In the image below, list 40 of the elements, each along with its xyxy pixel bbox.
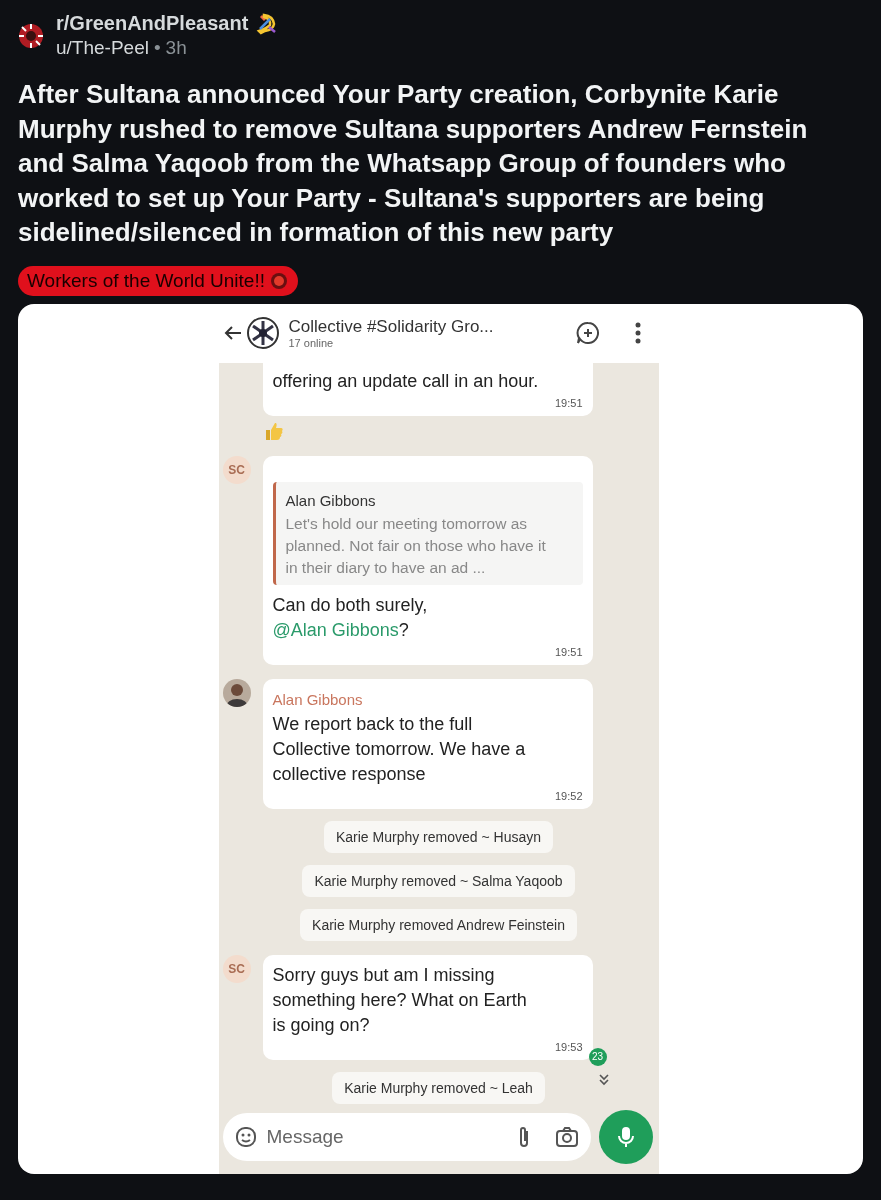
message-text: Can do both surely, @Alan Gibbons? <box>272 593 429 642</box>
chat-plus-icon[interactable] <box>574 320 601 346</box>
separator-dot: • <box>153 37 161 59</box>
system-message: Karie Murphy removed Andrew Feinstein <box>300 908 577 941</box>
message-bar[interactable]: Message <box>222 1112 591 1161</box>
sender-name[interactable]: Alan Gibbons <box>272 686 543 712</box>
unread-badge: 23 <box>588 1047 607 1066</box>
quoted-text: Let's hold our meeting tomorrow as planned. Not fair on those who have it in their diary to have an ad ... <box>285 513 547 578</box>
emoji-icon[interactable] <box>234 1125 257 1148</box>
badge-icon <box>269 271 288 290</box>
system-message: Karie Murphy removed ~ Husayn <box>323 820 553 853</box>
quoted-author: Alan Gibbons <box>285 490 377 511</box>
post-flair[interactable]: Workers of the World Unite!! <box>18 265 298 296</box>
subreddit-name[interactable]: r/GreenAndPleasant <box>56 12 249 35</box>
system-message: Karie Murphy removed ~ Salma Yaqoob <box>302 864 575 897</box>
quoted-message[interactable]: Alan Gibbons Let's hold our meeting tomorrow as planned. Not fair on those who have it in their diary to have an ad ... <box>272 481 583 585</box>
community-avatar-icon[interactable] <box>18 22 44 49</box>
message-time: 19:52 <box>553 788 583 803</box>
avatar-initials[interactable]: SC <box>222 455 251 484</box>
microphone-icon <box>616 1124 635 1149</box>
group-icon <box>246 317 279 349</box>
message-time: 19:53 <box>553 1039 583 1054</box>
message-text: offering an update call in an hour. <box>272 369 540 393</box>
message-text: Sorry guys but am I missing something here? What on Earth is going on? <box>272 963 528 1037</box>
group-name[interactable]: Collective #Solidarity Gro... <box>288 317 571 337</box>
camera-icon[interactable] <box>554 1125 579 1148</box>
username[interactable]: u/The-Peel <box>56 37 149 59</box>
avatar-icon[interactable] <box>222 678 251 707</box>
message-time: 19:51 <box>553 644 583 659</box>
system-message: Karie Murphy removed ~ Leah <box>332 1071 545 1104</box>
scroll-down-icon[interactable] <box>597 1073 610 1086</box>
message-field[interactable]: Message <box>264 1124 509 1149</box>
menu-icon[interactable] <box>634 322 641 344</box>
message-time: 19:51 <box>553 395 583 410</box>
avatar-initials[interactable]: SC <box>222 954 251 983</box>
post-age: 3h <box>165 37 187 59</box>
online-count: 17 online <box>288 337 335 349</box>
mention-link[interactable]: @Alan Gibbons <box>272 619 399 640</box>
post-title: After Sultana announced Your Party creation, Corbynite Karie Murphy rushed to remove Sultana supporters Andrew Fernstein and Salma Yaqoob from the Whatsapp Group of founders who worked to set up Your Party - Sultana's supporters are being sidelined/silenced in formation of this new party <box>18 78 809 249</box>
message-text: We report back to the full Collective tomorrow. We have a collective response <box>272 712 527 786</box>
